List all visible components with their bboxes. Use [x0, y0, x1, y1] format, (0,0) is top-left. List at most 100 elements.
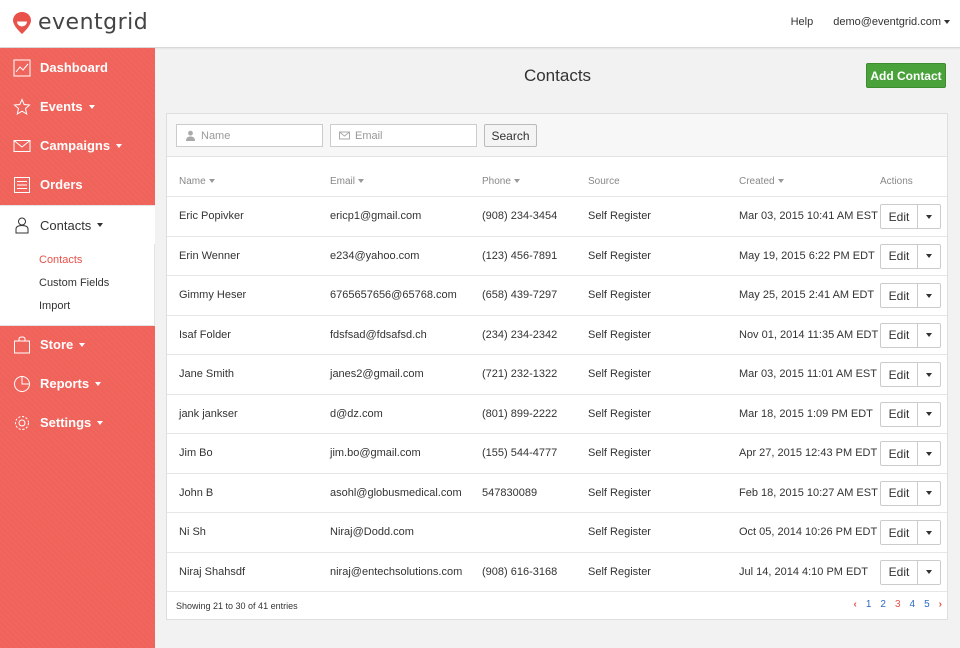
edit-button[interactable]: Edit [880, 480, 918, 506]
cell-source: Self Register [588, 368, 651, 380]
cell-source: Self Register [588, 526, 651, 538]
list-icon [12, 176, 32, 194]
column-header-created[interactable]: Created [739, 176, 784, 187]
table-row: Niraj Shahsdf niraj@entechsolutions.com (9… [167, 551, 947, 591]
row-actions-dropdown-button[interactable] [918, 204, 941, 229]
row-actions-dropdown-button[interactable] [918, 283, 941, 308]
row-actions-dropdown-button[interactable] [918, 243, 941, 269]
row-actions-dropdown-button[interactable] [918, 441, 941, 466]
brand-name: eventgrid [38, 10, 149, 35]
edit-button[interactable]: Edit [880, 204, 918, 229]
cell-source: Self Register [588, 328, 651, 341]
next-page-button[interactable]: › [939, 599, 942, 610]
cell-email: asohl@globusmedical.com [330, 486, 462, 499]
envelope-icon [12, 137, 32, 155]
edit-button[interactable]: Edit [880, 559, 918, 585]
sidebar-item-label: Store [40, 337, 74, 352]
cell-name: Niraj Shahsdf [179, 565, 246, 578]
name-filter-input[interactable]: Name [176, 124, 323, 147]
brand-logo[interactable]: eventgrid [12, 10, 148, 35]
submenu-item-import[interactable]: Import [39, 300, 70, 312]
page-link[interactable]: 5 [924, 599, 930, 610]
edit-button[interactable]: Edit [880, 520, 918, 545]
cell-phone: (155) 544-4777 [482, 447, 558, 459]
top-bar: eventgrid Help demo@eventgrid.com [0, 0, 960, 48]
sidebar-item-campaigns[interactable]: Campaigns [0, 126, 155, 165]
page-link[interactable]: 1 [866, 599, 872, 610]
row-actions: Edit [880, 520, 941, 545]
cell-created: Mar 18, 2015 1:09 PM EDT [739, 407, 873, 420]
cell-created: Mar 03, 2015 11:01 AM EST [739, 368, 877, 380]
sort-icon [358, 179, 365, 184]
user-menu[interactable]: demo@eventgrid.com [833, 16, 950, 28]
row-actions: Edit [880, 362, 941, 387]
sidebar-item-events[interactable]: Events [0, 87, 155, 126]
chevron-down-icon [926, 293, 932, 298]
row-actions-dropdown-button[interactable] [918, 362, 941, 387]
chevron-down-icon [97, 223, 104, 227]
sidebar-item-dashboard[interactable]: Dashboard [0, 48, 155, 87]
person-icon [186, 130, 195, 141]
cell-created: May 25, 2015 2:41 AM EDT [739, 289, 875, 301]
cell-name: Jane Smith [179, 368, 235, 380]
row-actions: Edit [880, 204, 941, 229]
row-actions-dropdown-button[interactable] [918, 480, 941, 506]
edit-button[interactable]: Edit [880, 322, 918, 348]
column-header-name[interactable]: Name [179, 176, 215, 187]
search-button[interactable]: Search [484, 124, 537, 147]
submenu-item-contacts[interactable]: Contacts [39, 254, 82, 266]
row-actions-dropdown-button[interactable] [918, 559, 941, 585]
column-header-email[interactable]: Email [330, 176, 365, 187]
sidebar-item-orders[interactable]: Orders [0, 165, 155, 204]
contacts-panel: Name Email Search Name Email Phone Sourc… [166, 113, 948, 620]
table-row: Gimmy Heser 6765657656@65768.com (658) 439… [167, 275, 947, 314]
cell-name: Jim Bo [179, 447, 213, 459]
sidebar-item-reports[interactable]: Reports [0, 364, 155, 403]
column-header-phone[interactable]: Phone [482, 176, 520, 187]
row-actions: Edit [880, 322, 941, 348]
cell-phone: (721) 232-1322 [482, 368, 558, 380]
sort-icon [777, 179, 784, 184]
sidebar-item-label: Settings [40, 415, 92, 430]
cell-name: John B [179, 486, 214, 499]
chevron-down-icon [97, 420, 104, 425]
add-contact-button[interactable]: Add Contact [866, 63, 946, 88]
edit-button[interactable]: Edit [880, 441, 918, 466]
column-header-source: Source [588, 176, 620, 187]
chevron-down-icon [88, 104, 95, 109]
sidebar-item-settings[interactable]: Settings [0, 403, 155, 442]
cell-created: Jul 14, 2014 4:10 PM EDT [739, 565, 869, 578]
row-actions-dropdown-button[interactable] [918, 322, 941, 348]
cell-name: jank jankser [179, 407, 238, 420]
row-actions: Edit [880, 480, 941, 506]
prev-page-button[interactable]: ‹ [854, 599, 857, 610]
email-filter-input[interactable]: Email [330, 124, 477, 147]
submenu-item-custom-fields[interactable]: Custom Fields [39, 277, 109, 289]
chart-icon [12, 59, 32, 77]
cell-source: Self Register [588, 447, 651, 459]
cell-name: Gimmy Heser [179, 289, 247, 301]
person-icon [12, 216, 32, 234]
help-link[interactable]: Help [791, 16, 814, 28]
user-email: demo@eventgrid.com [833, 16, 941, 28]
chevron-down-icon [116, 143, 123, 148]
page-link[interactable]: 2 [880, 599, 886, 610]
chevron-down-icon [926, 530, 932, 535]
cell-created: Feb 18, 2015 10:27 AM EST [739, 486, 878, 499]
edit-button[interactable]: Edit [880, 283, 918, 308]
contacts-submenu: Contacts Custom Fields Import [0, 244, 155, 326]
page-link[interactable]: 4 [910, 599, 916, 610]
table-row: Ni Sh Niraj@Dodd.com Self Register Oct 05, … [167, 512, 947, 551]
email-filter-placeholder: Email [355, 129, 383, 142]
edit-button[interactable]: Edit [880, 362, 918, 387]
sidebar-item-contacts[interactable]: Contacts [0, 205, 155, 244]
row-actions-dropdown-button[interactable] [918, 520, 941, 545]
row-actions-dropdown-button[interactable] [918, 401, 941, 427]
chevron-down-icon [926, 412, 932, 416]
page-link-current[interactable]: 3 [895, 599, 901, 610]
edit-button[interactable]: Edit [880, 401, 918, 427]
sidebar-item-label: Campaigns [40, 138, 111, 153]
cell-email: fdsfsad@fdsafsd.ch [330, 328, 427, 341]
sidebar-item-store[interactable]: Store [0, 325, 155, 364]
edit-button[interactable]: Edit [880, 243, 918, 269]
